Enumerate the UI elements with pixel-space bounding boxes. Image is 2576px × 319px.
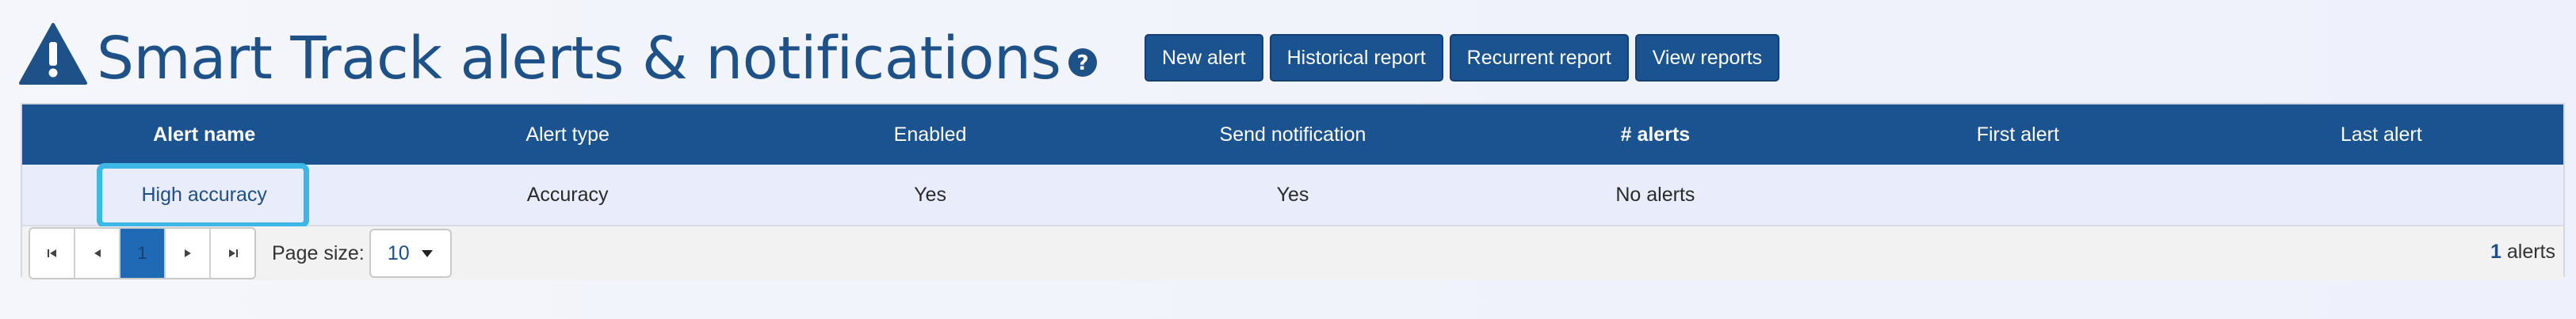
page-size-select[interactable]: 10 — [369, 229, 452, 278]
table-header: Alert name Alert type Enabled Send notif… — [22, 104, 2563, 165]
alerts-count-cell: No alerts — [1615, 183, 1695, 206]
previous-page-icon — [94, 249, 101, 257]
page-number-button[interactable]: 1 — [120, 229, 166, 278]
column-header-enabled[interactable]: Enabled — [749, 123, 1111, 146]
view-reports-button[interactable]: View reports — [1634, 34, 1780, 82]
help-icon[interactable]: ? — [1068, 47, 1098, 78]
pager: 1 Page size: 10 1 alerts — [22, 226, 2563, 280]
total-count-label: alerts — [2506, 241, 2555, 263]
send-notification-cell: Yes — [1276, 183, 1309, 206]
column-header-last-alert[interactable]: Last alert — [2200, 123, 2563, 146]
first-page-icon — [47, 249, 56, 257]
column-header-alert-type[interactable]: Alert type — [386, 123, 748, 146]
previous-page-button[interactable] — [75, 229, 120, 278]
next-page-icon — [184, 249, 191, 257]
dropdown-caret-icon — [421, 250, 433, 257]
column-header-first-alert[interactable]: First alert — [1836, 123, 2199, 146]
table-row[interactable]: High accuracy Accuracy Yes Yes No alerts — [22, 163, 2563, 228]
focus-highlight — [97, 163, 309, 228]
first-page-button[interactable] — [30, 229, 75, 278]
total-count-value: 1 — [2490, 241, 2501, 263]
page-size-label: Page size: — [272, 241, 365, 264]
recurrent-report-button[interactable]: Recurrent report — [1449, 34, 1629, 82]
warning-icon — [19, 23, 87, 85]
page-title: Smart Track alerts & notifications — [97, 25, 1061, 93]
last-page-button[interactable] — [211, 229, 254, 278]
last-page-icon — [228, 249, 238, 257]
next-page-button[interactable] — [166, 229, 211, 278]
enabled-cell: Yes — [914, 183, 946, 206]
total-count: 1 alerts — [2490, 241, 2555, 264]
svg-text:?: ? — [1076, 51, 1088, 75]
column-header-send-notification[interactable]: Send notification — [1111, 123, 1473, 146]
alerts-table: Alert name Alert type Enabled Send notif… — [21, 103, 2565, 280]
alert-type-cell: Accuracy — [526, 183, 609, 206]
toolbar: New alert Historical report Recurrent re… — [1145, 34, 1780, 82]
page-size-value: 10 — [387, 241, 410, 264]
column-header-alert-name[interactable]: Alert name — [22, 123, 386, 146]
pager-buttons: 1 — [29, 227, 256, 279]
page-header: Smart Track alerts & notifications ? New… — [19, 16, 2555, 103]
historical-report-button[interactable]: Historical report — [1269, 34, 1443, 82]
column-header-alerts-count[interactable]: # alerts — [1474, 123, 1836, 146]
new-alert-button[interactable]: New alert — [1145, 34, 1263, 82]
